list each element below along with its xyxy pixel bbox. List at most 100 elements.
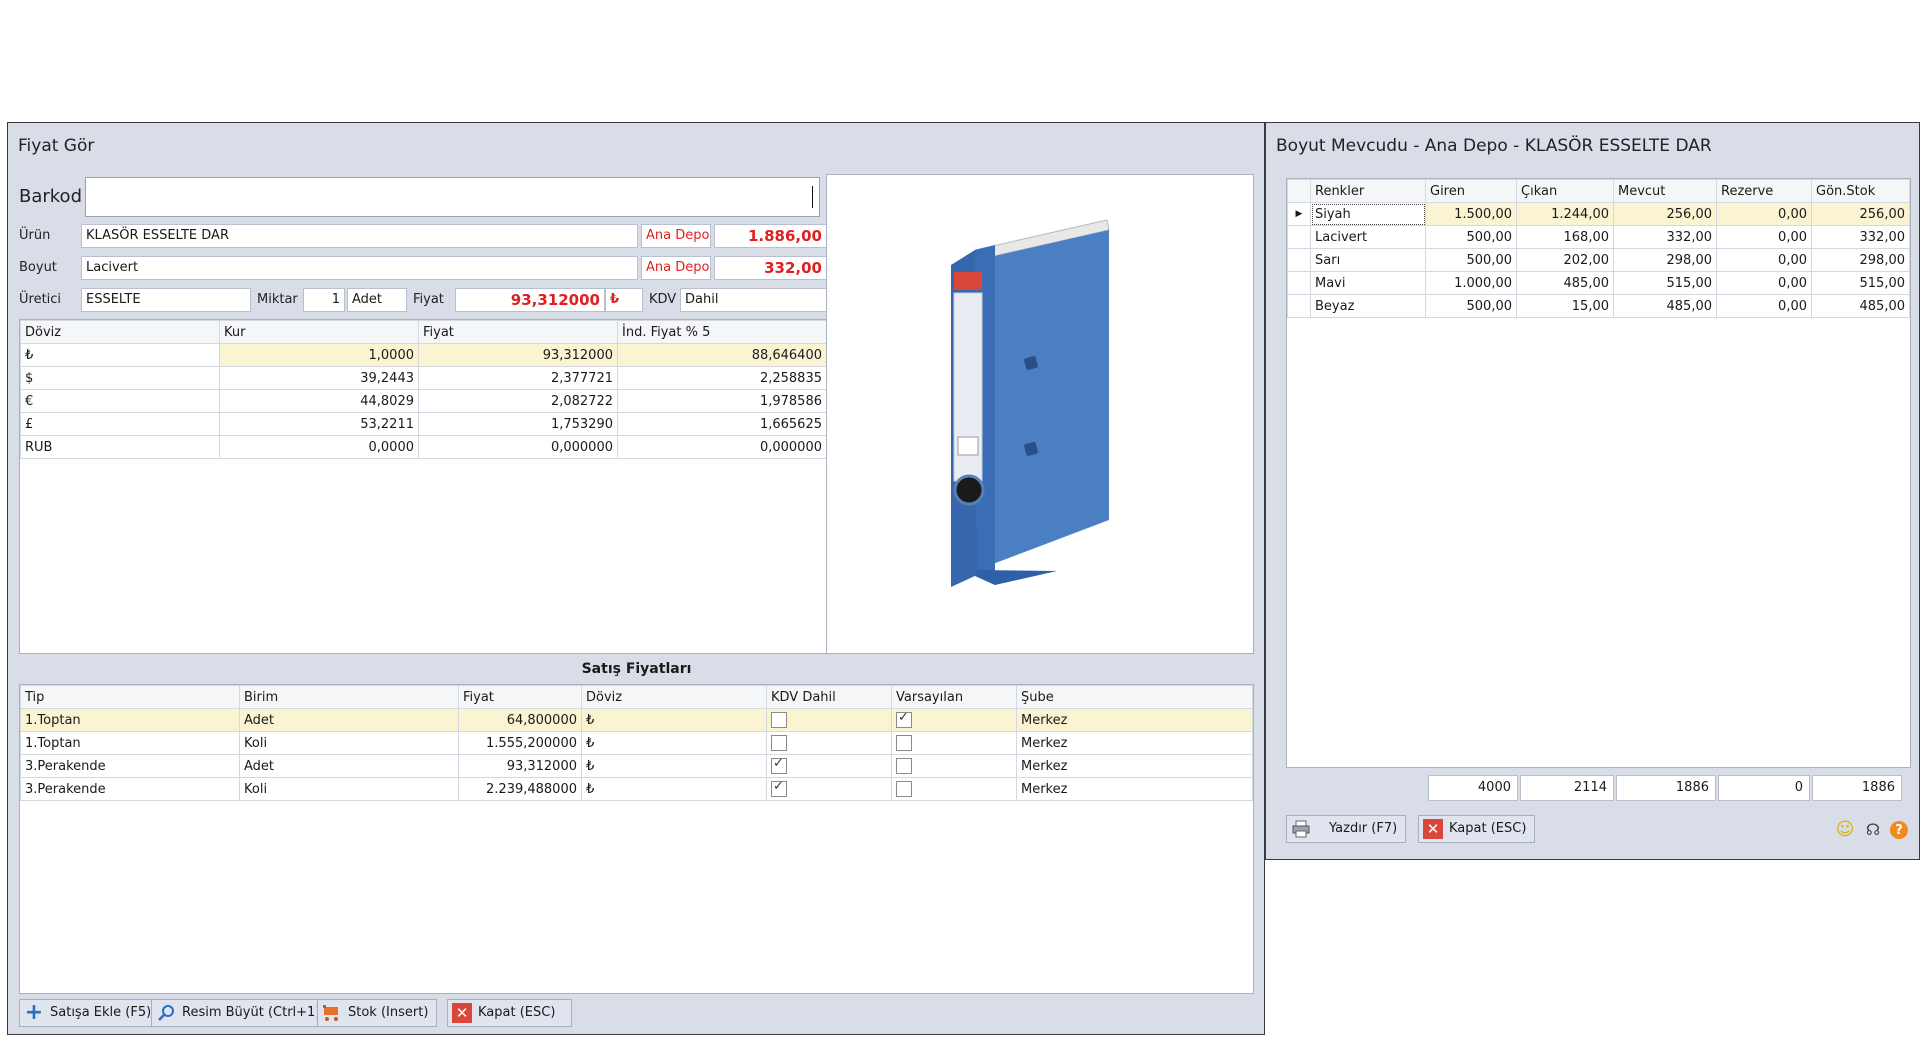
default-checkbox[interactable]: [896, 758, 912, 774]
cell: Lacivert: [1310, 225, 1426, 249]
cell: ₺: [581, 777, 767, 801]
cell: Merkez: [1016, 777, 1253, 801]
col-header[interactable]: Gön.Stok: [1811, 179, 1910, 203]
cell: 0,00: [1716, 202, 1812, 226]
table-row[interactable]: Sarı 500,00 202,00 298,00 0,00 298,00: [1287, 248, 1910, 272]
table-row[interactable]: 3.Perakende Adet 93,312000 ₺ Merkez: [20, 754, 1253, 778]
cell: 0,00: [1716, 271, 1812, 295]
enlarge-image-button[interactable]: Resim Büyüt (Ctrl+1): [151, 999, 330, 1027]
cell: 1,978586: [617, 389, 827, 413]
col-header[interactable]: Birim: [239, 685, 459, 709]
cell: 0,00: [1716, 225, 1812, 249]
table-row[interactable]: 1.Toptan Adet 64,800000 ₺ Merkez: [20, 708, 1253, 732]
cell: 298,00: [1613, 248, 1717, 272]
col-header[interactable]: İnd. Fiyat % 5: [617, 320, 827, 344]
smiley-icon[interactable]: ☺: [1835, 819, 1855, 840]
kdv-checkbox[interactable]: [771, 779, 787, 797]
cell: 256,00: [1613, 202, 1717, 226]
price-currency: ₺: [605, 288, 643, 312]
table-row[interactable]: ₺ 1,0000 93,312000 88,646400: [20, 343, 827, 367]
close-button[interactable]: ✕ Kapat (ESC): [447, 999, 572, 1027]
table-row[interactable]: 1.Toptan Koli 1.555,200000 ₺ Merkez: [20, 731, 1253, 755]
add-to-sale-button[interactable]: + Satışa Ekle (F5): [19, 999, 161, 1027]
cell: 485,00: [1811, 294, 1910, 318]
col-header[interactable]: Renkler: [1310, 179, 1426, 203]
col-header[interactable]: Mevcut: [1613, 179, 1717, 203]
price-field: 93,312000: [455, 288, 605, 312]
col-header[interactable]: Rezerve: [1716, 179, 1812, 203]
kdv-checkbox[interactable]: [771, 756, 787, 774]
sales-grid: Tip Birim Fiyat Döviz KDV Dahil Varsayıl…: [20, 685, 1253, 801]
cell: 39,2443: [219, 366, 419, 390]
cell: 1.244,00: [1516, 202, 1614, 226]
col-header[interactable]: Varsayılan: [891, 685, 1017, 709]
cell: 2,082722: [418, 389, 618, 413]
product-field: KLASÖR ESSELTE DAR: [81, 224, 638, 248]
kdv-checkbox[interactable]: [771, 712, 787, 728]
barcode-label: Barkod: [19, 186, 82, 207]
default-checkbox[interactable]: [896, 781, 912, 797]
cell: [766, 777, 892, 801]
col-header[interactable]: Çıkan: [1516, 179, 1614, 203]
magnifier-icon: [156, 1003, 176, 1023]
cell: 3.Perakende: [20, 754, 240, 778]
qty-field[interactable]: 1: [303, 288, 345, 312]
table-row[interactable]: RUB 0,0000 0,000000 0,000000: [20, 435, 827, 459]
cell: [891, 708, 1017, 732]
col-header[interactable]: Tip: [20, 685, 240, 709]
col-header[interactable]: Fiyat: [458, 685, 582, 709]
col-header[interactable]: Kur: [219, 320, 419, 344]
table-row[interactable]: £ 53,2211 1,753290 1,665625: [20, 412, 827, 436]
printer-icon: [1291, 819, 1311, 839]
size-stock-grid: Renkler Giren Çıkan Mevcut Rezerve Gön.S…: [1287, 179, 1910, 318]
cell: ₺: [20, 343, 220, 367]
kdv-checkbox[interactable]: [771, 735, 787, 751]
unit-field[interactable]: Adet: [347, 288, 407, 312]
row-indicator: [1287, 225, 1311, 249]
default-checkbox[interactable]: [896, 710, 912, 728]
cell: 0,00: [1716, 248, 1812, 272]
cell: 1,665625: [617, 412, 827, 436]
row-indicator-header: [1287, 179, 1311, 203]
table-row[interactable]: $ 39,2443 2,377721 2,258835: [20, 366, 827, 390]
table-row[interactable]: ▶ Siyah 1.500,00 1.244,00 256,00 0,00 25…: [1287, 202, 1910, 226]
table-row[interactable]: € 44,8029 2,082722 1,978586: [20, 389, 827, 413]
table-row[interactable]: Beyaz 500,00 15,00 485,00 0,00 485,00: [1287, 294, 1910, 318]
col-header[interactable]: Döviz: [20, 320, 220, 344]
col-header[interactable]: Giren: [1425, 179, 1517, 203]
total-mevcut: 1886: [1616, 775, 1716, 801]
barcode-input[interactable]: [85, 177, 820, 217]
stock-button[interactable]: Stok (Insert): [317, 999, 438, 1027]
table-row[interactable]: Lacivert 500,00 168,00 332,00 0,00 332,0…: [1287, 225, 1910, 249]
total-cikan: 2114: [1520, 775, 1614, 801]
print-button[interactable]: Yazdır (F7): [1286, 815, 1407, 843]
support-headset-icon[interactable]: ☊: [1863, 819, 1883, 839]
col-header[interactable]: KDV Dahil: [766, 685, 892, 709]
depot1-stock: 1.886,00: [714, 224, 827, 248]
window-title: Boyut Mevcudu - Ana Depo - KLASÖR ESSELT…: [1276, 136, 1712, 156]
depot2-label: Ana Depo: [641, 256, 711, 280]
close-button[interactable]: ✕ Kapat (ESC): [1418, 815, 1536, 843]
cell: 44,8029: [219, 389, 419, 413]
cell: [891, 731, 1017, 755]
cell: [766, 754, 892, 778]
close-label: Kapat (ESC): [478, 1005, 556, 1020]
help-icon[interactable]: ?: [1890, 821, 1908, 839]
row-indicator: [1287, 294, 1311, 318]
table-row[interactable]: 3.Perakende Koli 2.239,488000 ₺ Merkez: [20, 777, 1253, 801]
product-image-panel[interactable]: [826, 174, 1254, 654]
cell: £: [20, 412, 220, 436]
cell: 168,00: [1516, 225, 1614, 249]
col-header[interactable]: Döviz: [581, 685, 767, 709]
row-indicator: [1287, 248, 1311, 272]
default-checkbox[interactable]: [896, 735, 912, 751]
cell: Siyah: [1310, 202, 1426, 226]
cell: 1.Toptan: [20, 731, 240, 755]
table-row[interactable]: Mavi 1.000,00 485,00 515,00 0,00 515,00: [1287, 271, 1910, 295]
cell: [891, 754, 1017, 778]
cell: 500,00: [1425, 225, 1517, 249]
currency-grid-header: Döviz Kur Fiyat İnd. Fiyat % 5: [20, 320, 827, 344]
col-header[interactable]: Fiyat: [418, 320, 618, 344]
col-header[interactable]: Şube: [1016, 685, 1253, 709]
cell: ₺: [581, 754, 767, 778]
